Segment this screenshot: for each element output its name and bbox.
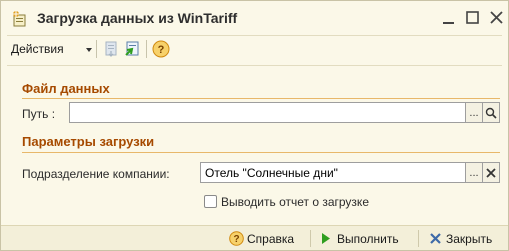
toolbar-divider	[7, 65, 502, 66]
help-icon[interactable]: ?	[229, 231, 244, 246]
division-input[interactable]: Отель "Солнечные дни"	[200, 162, 466, 183]
dialog-window: Загрузка данных из WinTariff Действия ? …	[0, 0, 509, 251]
division-clear-button[interactable]	[483, 162, 500, 183]
close-button[interactable]: Закрыть	[446, 232, 492, 246]
section-title-load-params: Параметры загрузки	[22, 134, 155, 149]
close-window-icon[interactable]	[486, 7, 508, 29]
play-icon[interactable]	[321, 233, 331, 244]
report-checkbox-label[interactable]: Выводить отчет о загрузке	[221, 195, 369, 209]
path-open-button[interactable]	[483, 102, 500, 123]
run-button[interactable]: Выполнить	[337, 232, 399, 246]
report-checkbox[interactable]	[204, 195, 217, 208]
bottom-separator	[310, 230, 311, 247]
division-label: Подразделение компании:	[22, 167, 170, 181]
svg-text:?: ?	[158, 44, 165, 56]
save-settings-icon[interactable]	[102, 40, 120, 58]
path-input[interactable]	[69, 102, 466, 123]
close-icon[interactable]	[430, 233, 441, 244]
maximize-icon[interactable]	[462, 7, 484, 29]
magnifier-icon	[485, 107, 497, 119]
section-underline	[22, 98, 500, 99]
bottom-command-bar: ? Справка Выполнить Закрыть	[1, 225, 508, 250]
path-select-button[interactable]: ...	[466, 102, 483, 123]
path-label: Путь :	[22, 107, 56, 121]
toolbar-separator	[146, 40, 147, 58]
restore-settings-icon[interactable]	[123, 40, 141, 58]
toolbar-separator	[96, 40, 97, 58]
bottom-separator	[418, 230, 419, 247]
help-icon[interactable]: ?	[152, 40, 170, 58]
window-title: Загрузка данных из WinTariff	[37, 10, 238, 26]
help-button[interactable]: Справка	[247, 232, 294, 246]
svg-text:?: ?	[233, 234, 239, 245]
title-divider	[7, 35, 502, 36]
chevron-down-icon	[86, 48, 92, 52]
title-bar: Загрузка данных из WinTariff	[1, 1, 508, 35]
minimize-icon[interactable]	[438, 7, 460, 29]
section-title-data-file: Файл данных	[22, 81, 110, 96]
app-form-icon	[13, 11, 26, 27]
toolbar: Действия ?	[7, 37, 504, 63]
actions-menu-button[interactable]: Действия	[11, 42, 64, 56]
clear-icon	[486, 167, 496, 178]
division-select-button[interactable]: ...	[466, 162, 483, 183]
section-underline	[22, 152, 500, 153]
